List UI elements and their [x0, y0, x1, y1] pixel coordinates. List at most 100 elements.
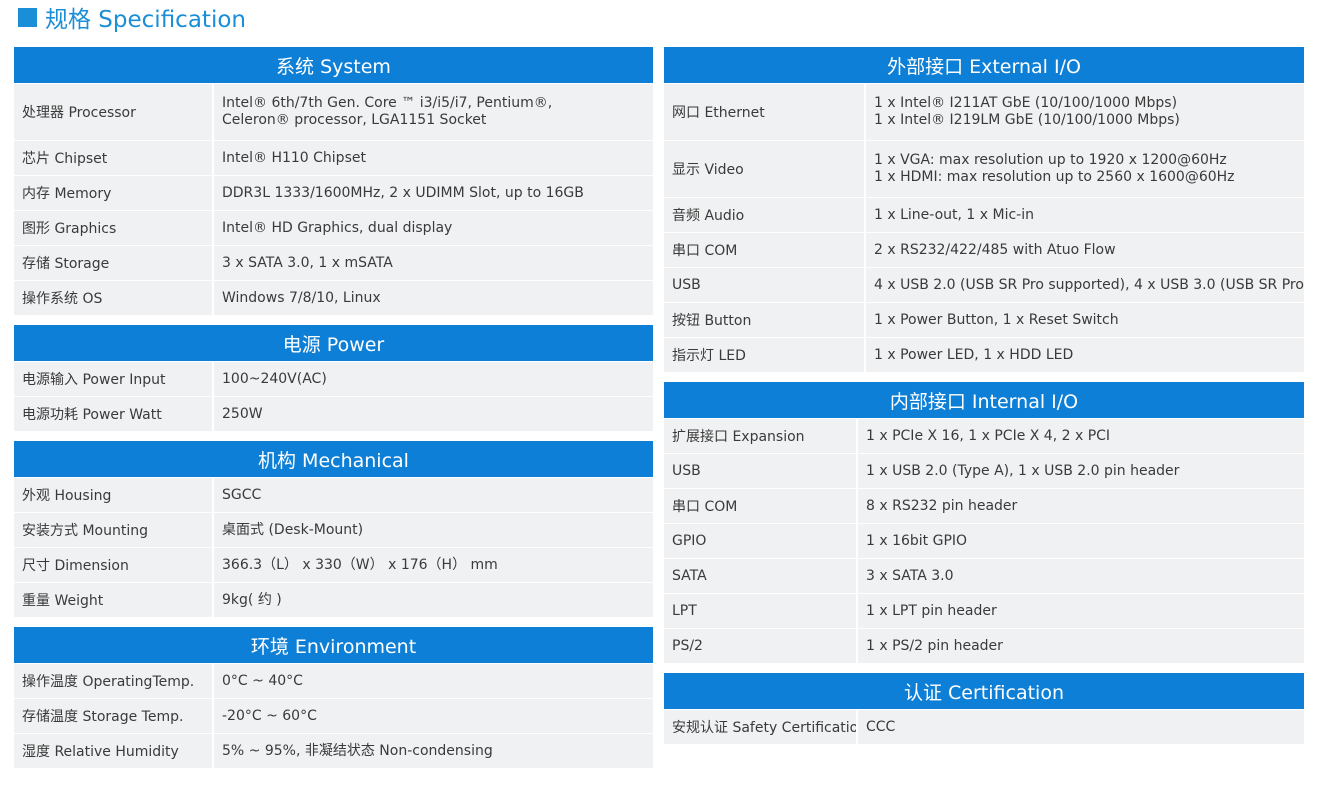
section-mechanical: 机构 Mechanical 外观 Housing SGCC 安装方式 Mount… — [14, 441, 653, 617]
table-row: 电源输入 Power Input 100~240V(AC) — [14, 361, 653, 396]
row-value: 1 x PS/2 pin header — [856, 629, 1304, 663]
row-value: 2 x RS232/422/485 with Atuo Flow — [864, 233, 1304, 267]
row-value: 1 x Line-out, 1 x Mic-in — [864, 198, 1304, 232]
row-label: 处理器 Processor — [22, 105, 136, 121]
row-label: 显示 Video — [672, 162, 744, 178]
table-row: 图形 Graphics Intel® HD Graphics, dual dis… — [14, 210, 653, 245]
table-row: 操作系统 OS Windows 7/8/10, Linux — [14, 280, 653, 315]
row-value: 3 x SATA 3.0, 1 x mSATA — [212, 246, 653, 280]
row-value: 1 x PCIe X 16, 1 x PCIe X 4, 2 x PCI — [856, 419, 1304, 453]
row-label: 重量 Weight — [22, 593, 104, 609]
table-row: 串口 COM 2 x RS232/422/485 with Atuo Flow — [664, 232, 1304, 267]
row-value: DDR3L 1333/1600MHz, 2 x UDIMM Slot, up t… — [212, 176, 653, 210]
row-label: GPIO — [672, 533, 707, 549]
section-header: 电源 Power — [14, 325, 653, 361]
table-row: 电源功耗 Power Watt 250W — [14, 396, 653, 431]
table-row: 安规认证 Safety Certification CCC — [664, 709, 1304, 744]
row-label: 串口 COM — [672, 243, 738, 259]
row-label: 网口 Ethernet — [672, 105, 765, 121]
row-value: SGCC — [212, 478, 653, 512]
section-power: 电源 Power 电源输入 Power Input 100~240V(AC) 电… — [14, 325, 653, 431]
row-value: Intel® H110 Chipset — [212, 141, 653, 175]
row-value: 1 x 16bit GPIO — [856, 524, 1304, 558]
row-label: 按钮 Button — [672, 313, 752, 329]
row-value: 4 x USB 2.0 (USB SR Pro supported), 4 x … — [864, 268, 1304, 302]
row-value-text: Intel® 6th/7th Gen. Core ™ i3/i5/i7, Pen… — [222, 95, 553, 128]
table-row: SATA 3 x SATA 3.0 — [664, 558, 1304, 593]
section-certification: 认证 Certification 安规认证 Safety Certificati… — [664, 673, 1304, 744]
table-row: 内存 Memory DDR3L 1333/1600MHz, 2 x UDIMM … — [14, 175, 653, 210]
row-label: 操作系统 OS — [22, 291, 103, 307]
row-label: 尺寸 Dimension — [22, 558, 129, 574]
right-column: 外部接口 External I/O 网口 Ethernet 1 x Intel®… — [664, 47, 1304, 754]
table-row: 湿度 Relative Humidity 5% ~ 95%, 非凝结状态 Non… — [14, 733, 653, 768]
table-row: 网口 Ethernet 1 x Intel® I211AT GbE (10/10… — [664, 83, 1304, 140]
row-value: 1 x Power Button, 1 x Reset Switch — [864, 303, 1304, 337]
table-row: 外观 Housing SGCC — [14, 477, 653, 512]
page-title-text: 规格 Specification — [45, 7, 246, 33]
table-row: 尺寸 Dimension 366.3（L） x 330（W） x 176（H） … — [14, 547, 653, 582]
table-row: USB 1 x USB 2.0 (Type A), 1 x USB 2.0 pi… — [664, 453, 1304, 488]
row-label: 湿度 Relative Humidity — [22, 744, 179, 760]
section-header: 系统 System — [14, 47, 653, 83]
row-label: 存储温度 Storage Temp. — [22, 709, 184, 725]
row-value: 5% ~ 95%, 非凝结状态 Non-condensing — [212, 734, 653, 768]
row-value: 1 x Intel® I211AT GbE (10/100/1000 Mbps)… — [864, 84, 1304, 140]
row-value: CCC — [856, 710, 1304, 744]
row-value: 250W — [212, 397, 653, 431]
page-title: 规格 Specification — [18, 2, 246, 33]
left-column: 系统 System 处理器 Processor Intel® 6th/7th G… — [14, 47, 653, 778]
row-value: -20°C ~ 60°C — [212, 699, 653, 733]
section-header: 机构 Mechanical — [14, 441, 653, 477]
table-row: 扩展接口 Expansion 1 x PCIe X 16, 1 x PCIe X… — [664, 418, 1304, 453]
section-system: 系统 System 处理器 Processor Intel® 6th/7th G… — [14, 47, 653, 315]
row-value-line: 1 x Intel® I211AT GbE (10/100/1000 Mbps) — [874, 95, 1178, 111]
table-row: LPT 1 x LPT pin header — [664, 593, 1304, 628]
row-label: 音频 Audio — [672, 208, 745, 224]
table-row: 音频 Audio 1 x Line-out, 1 x Mic-in — [664, 197, 1304, 232]
table-row: 存储 Storage 3 x SATA 3.0, 1 x mSATA — [14, 245, 653, 280]
section-header: 外部接口 External I/O — [664, 47, 1304, 83]
row-label: 安规认证 Safety Certification — [672, 720, 856, 736]
table-row: 安装方式 Mounting 桌面式 (Desk-Mount) — [14, 512, 653, 547]
table-row: 重量 Weight 9kg( 约 ) — [14, 582, 653, 617]
row-value: Windows 7/8/10, Linux — [212, 281, 653, 315]
row-label: USB — [672, 463, 701, 479]
row-label: 图形 Graphics — [22, 221, 117, 237]
row-label: LPT — [672, 603, 697, 619]
table-row: USB 4 x USB 2.0 (USB SR Pro supported), … — [664, 267, 1304, 302]
title-square-icon — [18, 7, 37, 27]
section-header: 认证 Certification — [664, 673, 1304, 709]
row-label: 内存 Memory — [22, 186, 112, 202]
table-row: 芯片 Chipset Intel® H110 Chipset — [14, 140, 653, 175]
table-row: 存储温度 Storage Temp. -20°C ~ 60°C — [14, 698, 653, 733]
section-external-io: 外部接口 External I/O 网口 Ethernet 1 x Intel®… — [664, 47, 1304, 372]
row-value: 100~240V(AC) — [212, 362, 653, 396]
row-label: 芯片 Chipset — [22, 151, 108, 167]
section-header: 内部接口 Internal I/O — [664, 382, 1304, 418]
row-value: 1 x USB 2.0 (Type A), 1 x USB 2.0 pin he… — [856, 454, 1304, 488]
row-value: 1 x LPT pin header — [856, 594, 1304, 628]
row-value-line: 1 x Intel® I219LM GbE (10/100/1000 Mbps) — [874, 112, 1180, 128]
row-value: 桌面式 (Desk-Mount) — [212, 513, 653, 547]
row-value: 9kg( 约 ) — [212, 583, 653, 617]
row-label: 安装方式 Mounting — [22, 523, 148, 539]
row-label: 电源输入 Power Input — [22, 372, 166, 388]
table-row: 处理器 Processor Intel® 6th/7th Gen. Core ™… — [14, 83, 653, 140]
row-value: 1 x VGA: max resolution up to 1920 x 120… — [864, 141, 1304, 197]
row-value: Intel® HD Graphics, dual display — [212, 211, 653, 245]
row-label: PS/2 — [672, 638, 703, 654]
row-value: 8 x RS232 pin header — [856, 489, 1304, 523]
section-header: 环境 Environment — [14, 627, 653, 663]
table-row: 显示 Video 1 x VGA: max resolution up to 1… — [664, 140, 1304, 197]
section-environment: 环境 Environment 操作温度 OperatingTemp. 0°C ~… — [14, 627, 653, 768]
section-internal-io: 内部接口 Internal I/O 扩展接口 Expansion 1 x PCI… — [664, 382, 1304, 663]
row-label: 电源功耗 Power Watt — [22, 407, 162, 423]
row-value: 0°C ~ 40°C — [212, 664, 653, 698]
row-value: 366.3（L） x 330（W） x 176（H） mm — [212, 548, 653, 582]
table-row: 指示灯 LED 1 x Power LED, 1 x HDD LED — [664, 337, 1304, 372]
row-label: 指示灯 LED — [672, 348, 746, 364]
table-row: GPIO 1 x 16bit GPIO — [664, 523, 1304, 558]
row-label: 串口 COM — [672, 499, 738, 515]
row-value-line: 1 x VGA: max resolution up to 1920 x 120… — [874, 152, 1227, 168]
